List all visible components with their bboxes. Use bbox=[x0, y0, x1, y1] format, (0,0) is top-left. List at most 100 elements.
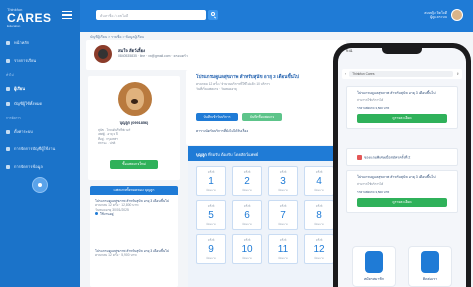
session-cell[interactable]: ครั้งที่ 6 นัดหมาย bbox=[232, 200, 262, 230]
gift-icon bbox=[357, 155, 362, 160]
session-number: 3 bbox=[280, 176, 286, 187]
schedule-header-text: ที่รอรับ ต้องรับ โดยสัตว์แพทย์ bbox=[207, 152, 259, 157]
status-badge: ใช้งานอยู่ bbox=[100, 212, 114, 217]
sidebar-section-general: ทั่วไป bbox=[6, 73, 14, 77]
session-number: 12 bbox=[313, 244, 325, 255]
phone-card-price: ราคาแพคเกจ 3,500 บาท bbox=[357, 189, 390, 194]
user-menu[interactable]: สมหญิง จิตใจดี ผู้ดูแลระบบ bbox=[424, 9, 463, 21]
owner-avatar bbox=[94, 45, 112, 63]
sidebar-item-all-accounts[interactable]: บัญชีผู้ใช้ทั้งหมด bbox=[6, 100, 42, 107]
session-sub: นัดหมาย bbox=[278, 257, 288, 260]
phone-card-meta: สามารถใช้บริการได้ bbox=[357, 181, 384, 186]
gear-icon bbox=[6, 129, 10, 134]
phone-time: 9:41 bbox=[346, 49, 353, 53]
session-number: 4 bbox=[316, 176, 322, 187]
session-cell[interactable]: ครั้งที่ 4 นัดหมาย bbox=[304, 166, 334, 196]
top-bar: ค้นหาชื่อ / เลขไอดี สมหญิง จิตใจดี ผู้ดู… bbox=[80, 0, 473, 32]
logo-main-text: CARES bbox=[7, 11, 52, 25]
session-cell[interactable]: ครั้งที่ 11 นัดหมาย bbox=[268, 234, 298, 264]
sidebar-item-settings[interactable]: ตั้งค่าระบบ bbox=[6, 128, 33, 135]
owner-name: สมใจ สัตว์เลี้ยง bbox=[118, 48, 146, 53]
register-tile[interactable]: สมัครสมาชิก bbox=[352, 246, 396, 287]
session-label: ครั้งที่ bbox=[315, 170, 323, 174]
sidebar-item-courses[interactable]: รายการเรียน bbox=[6, 57, 36, 64]
session-sub: นัดหมาย bbox=[242, 257, 252, 260]
list-item[interactable]: โปรแกรมดูแลสุขภาพ สำหรับสุนัข อายุ 3 เดื… bbox=[95, 249, 175, 258]
session-sub: นัดหมาย bbox=[314, 257, 324, 260]
session-sub: นัดหมาย bbox=[242, 189, 252, 192]
schedule-section-title: ตารางนัดรับบริการที่ยังไม่ได้รับเรื่อง bbox=[196, 129, 249, 133]
package-list-header: แพคเกจทั้งหมดของ บุญลูก bbox=[90, 186, 178, 195]
collapse-button[interactable] bbox=[32, 177, 48, 193]
session-label: ครั้งที่ bbox=[279, 204, 287, 208]
session-sub: นัดหมาย bbox=[206, 223, 216, 226]
course-meta-line: วันที่เริ่มแพคเกจ · วันหมดอายุ bbox=[196, 86, 237, 91]
session-label: ครั้งที่ bbox=[315, 238, 323, 242]
session-cell[interactable]: ครั้งที่ 5 นัดหมาย bbox=[196, 200, 226, 230]
sidebar-item-home[interactable]: หน้าหลัก bbox=[6, 39, 29, 46]
share-icon[interactable]: ⇪ bbox=[456, 72, 459, 76]
contact-icon bbox=[421, 251, 439, 273]
phone-screen: 9:41 ‹ Thinkfun Cares ⇪ โปรแกรมดูแลสุขภา… bbox=[338, 48, 466, 287]
session-label: ครั้งที่ bbox=[243, 204, 251, 208]
session-cell[interactable]: ครั้งที่ 8 นัดหมาย bbox=[304, 200, 334, 230]
session-cell[interactable]: ครั้งที่ 2 นัดหมาย bbox=[232, 166, 262, 196]
sidebar-section-management: การจัดการ bbox=[6, 116, 21, 120]
app-root: Thinkfun CARES Education หน้าหลัก รายการ… bbox=[0, 0, 473, 287]
back-icon[interactable]: ‹ bbox=[345, 72, 346, 76]
contact-tile[interactable]: ติดต่อเรา bbox=[408, 246, 452, 287]
session-cell[interactable]: ครั้งที่ 3 นัดหมาย bbox=[268, 166, 298, 196]
sidebar-item-learners[interactable]: ผู้เรียน bbox=[6, 85, 25, 92]
session-sub: นัดหมาย bbox=[278, 189, 288, 192]
avatar[interactable] bbox=[451, 9, 463, 21]
phone-card-title: ของแถมพิเศษเมื่อสมัครครั้งที่ 2 bbox=[364, 155, 411, 160]
search-placeholder: ค้นหาชื่อ / เลขไอดี bbox=[100, 14, 129, 18]
session-number: 10 bbox=[241, 244, 253, 255]
session-cell[interactable]: ครั้งที่ 12 นัดหมาย bbox=[304, 234, 334, 264]
session-number: 6 bbox=[244, 210, 250, 221]
session-cell[interactable]: ครั้งที่ 1 นัดหมาย bbox=[196, 166, 226, 196]
sidebar-item-data-management[interactable]: การจัดการข้อมูล bbox=[6, 163, 43, 170]
register-icon bbox=[365, 251, 383, 273]
record-service-button[interactable]: บันทึกเข้ารับบริการ bbox=[196, 113, 238, 121]
status-dot-icon bbox=[95, 212, 98, 216]
session-label: ครั้งที่ bbox=[279, 170, 287, 174]
menu-toggle-icon[interactable] bbox=[62, 11, 72, 19]
sidebar-item-label: รายการเรียน bbox=[14, 58, 37, 63]
session-number: 8 bbox=[316, 210, 322, 221]
buy-package-button[interactable]: ซื้อแพคเกจใหม่ bbox=[110, 160, 158, 169]
phone-notch bbox=[382, 48, 422, 54]
session-cell[interactable]: ครั้งที่ 7 นัดหมาย bbox=[268, 200, 298, 230]
logo[interactable]: Thinkfun CARES Education bbox=[7, 7, 57, 29]
phone-card-button[interactable]: ดูรายละเอียด bbox=[357, 197, 447, 207]
search-input[interactable]: ค้นหาชื่อ / เลขไอดี bbox=[96, 10, 206, 20]
session-label: ครั้งที่ bbox=[207, 204, 215, 208]
course-meta: ครบกลม 12 ครั้ง / จำนวนบริการที่ใช้ไปแล้… bbox=[196, 82, 346, 91]
session-cell[interactable]: ครั้งที่ 9 นัดหมาย bbox=[196, 234, 226, 264]
list-item[interactable]: โปรแกรมดูแลสุขภาพ สำหรับสุนัข อายุ 3 เดื… bbox=[95, 199, 175, 217]
session-sub: นัดหมาย bbox=[278, 223, 288, 226]
phone-package-card: โปรแกรมดูแลสุขภาพ สำหรับสุนัข อายุ 3 เดื… bbox=[346, 170, 458, 213]
user-role: ผู้ดูแลระบบ bbox=[430, 15, 447, 19]
session-cell[interactable]: ครั้งที่ 10 นัดหมาย bbox=[232, 234, 262, 264]
sidebar-item-label: การจัดการบัญชีผู้ใช้งาน bbox=[14, 146, 56, 151]
phone-url[interactable]: Thinkfun Cares bbox=[349, 71, 454, 77]
session-number: 2 bbox=[244, 176, 250, 187]
session-label: ครั้งที่ bbox=[207, 238, 215, 242]
session-sub: นัดหมาย bbox=[314, 223, 324, 226]
shield-icon bbox=[6, 146, 10, 151]
pet-detail-line: สถานะ · ปกติ bbox=[98, 140, 116, 145]
sidebar-item-label: การจัดการข้อมูล bbox=[14, 164, 43, 169]
course-card: โปรแกรมดูแลสุขภาพ สำหรับสุนัข อายุ 3 เดื… bbox=[186, 70, 346, 145]
sidebar-item-label: บัญชีผู้ใช้ทั้งหมด bbox=[14, 101, 43, 106]
record-purchase-button[interactable]: บันทึกซื้อแพคเกจ bbox=[242, 113, 282, 121]
course-title: โปรแกรมดูแลสุขภาพ สำหรับสุนัข อายุ 3 เดื… bbox=[196, 74, 299, 79]
sidebar-item-account-management[interactable]: การจัดการบัญชีผู้ใช้งาน bbox=[6, 145, 55, 152]
phone-card-button[interactable]: ดูรายละเอียด bbox=[357, 113, 447, 123]
session-number: 5 bbox=[208, 210, 214, 221]
package-sub: ครบกลม 12 ครั้ง · 5,900 บาท bbox=[95, 253, 137, 258]
search-button[interactable] bbox=[208, 10, 218, 20]
users-icon bbox=[6, 86, 10, 91]
session-sub: นัดหมาย bbox=[242, 223, 252, 226]
sidebar: Thinkfun CARES Education หน้าหลัก รายการ… bbox=[0, 0, 80, 287]
